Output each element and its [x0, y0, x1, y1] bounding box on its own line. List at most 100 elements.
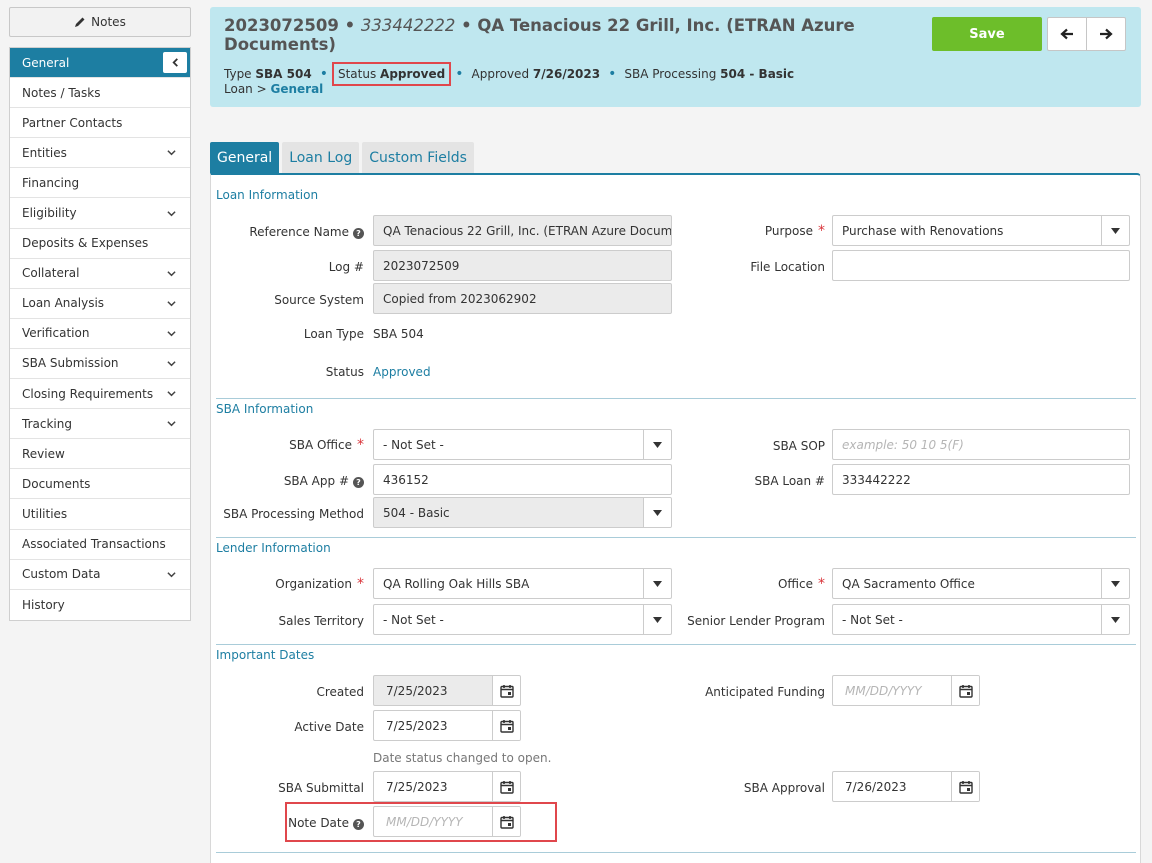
section-divider: [216, 398, 1136, 399]
dropdown-arrow-icon: [1101, 216, 1129, 245]
collapse-sidebar-button[interactable]: [163, 52, 187, 74]
created-date-input[interactable]: 7/25/2023: [373, 675, 521, 706]
note-date-input[interactable]: MM/DD/YYYY: [373, 806, 521, 837]
sidebar-item-closing-requirements[interactable]: Closing Requirements: [10, 379, 190, 410]
reference-name-field[interactable]: QA Tenacious 22 Grill, Inc. (ETRAN Azure…: [373, 215, 672, 246]
senior-lender-program-label: Senior Lender Program: [687, 614, 825, 628]
calendar-icon: [958, 780, 973, 794]
section-title-loan-information: Loan Information: [216, 188, 319, 202]
page-title: 2023072509 • 333442222 • QA Tenacious 22…: [224, 16, 864, 54]
breadcrumb-separator: >: [256, 82, 267, 96]
dropdown-arrow-icon: [643, 605, 671, 634]
chevron-down-icon: [167, 421, 176, 427]
previous-button[interactable]: [1048, 18, 1087, 50]
arrow-right-icon: [1100, 28, 1113, 40]
sidebar-item-tracking[interactable]: Tracking: [10, 409, 190, 440]
help-icon[interactable]: ?: [353, 228, 364, 239]
sidebar-item-verification[interactable]: Verification: [10, 318, 190, 349]
sidebar-item-review[interactable]: Review: [10, 439, 190, 470]
sidebar-item-label: Tracking: [22, 416, 72, 431]
anticipated-funding-input[interactable]: MM/DD/YYYY: [832, 675, 980, 706]
select-value: - Not Set -: [383, 437, 444, 452]
tab-general[interactable]: General: [210, 142, 280, 173]
sidebar-item-loan-analysis[interactable]: Loan Analysis: [10, 288, 190, 319]
chevron-down-icon: [167, 150, 176, 156]
sba-submittal-input[interactable]: 7/25/2023: [373, 771, 521, 802]
source-system-field[interactable]: Copied from 2023062902: [373, 283, 672, 314]
sidebar-item-partner-contacts[interactable]: Partner Contacts: [10, 108, 190, 139]
select-value: QA Sacramento Office: [842, 576, 975, 591]
sidebar-item-documents[interactable]: Documents: [10, 469, 190, 500]
sales-territory-select[interactable]: - Not Set -: [373, 604, 672, 635]
log-field[interactable]: 2023072509: [373, 250, 672, 281]
sidebar-item-sba-submission[interactable]: SBA Submission: [10, 348, 190, 380]
calendar-button[interactable]: [492, 711, 520, 740]
office-select[interactable]: QA Sacramento Office: [832, 568, 1130, 599]
label-text: Organization: [275, 577, 352, 591]
approved-label: Approved: [471, 67, 530, 81]
tab-custom-fields[interactable]: Custom Fields: [362, 142, 474, 173]
sidebar-item-general[interactable]: General: [10, 48, 190, 79]
calendar-button[interactable]: [492, 676, 520, 705]
purpose-label: Purpose *: [765, 223, 825, 239]
calendar-button[interactable]: [492, 772, 520, 801]
calendar-icon: [499, 684, 514, 698]
label-text: Office: [777, 577, 813, 591]
sidebar-item-deposits-expenses[interactable]: Deposits & Expenses: [10, 228, 190, 259]
sba-approval-input[interactable]: 7/26/2023: [832, 771, 980, 802]
header-sba-number: 333442222: [360, 16, 456, 35]
sidebar-item-label: Partner Contacts: [22, 115, 123, 130]
tab-loan-log[interactable]: Loan Log: [282, 142, 360, 173]
sba-loan-label: SBA Loan #: [754, 474, 825, 488]
help-icon[interactable]: ?: [353, 477, 364, 488]
sidebar-item-entities[interactable]: Entities: [10, 138, 190, 169]
sba-office-select[interactable]: - Not Set -: [373, 429, 672, 460]
sidebar-item-eligibility[interactable]: Eligibility: [10, 198, 190, 229]
sidebar-item-label: Entities: [22, 145, 67, 160]
breadcrumb-root[interactable]: Loan: [224, 82, 253, 96]
file-location-input[interactable]: [832, 250, 1130, 281]
chevron-down-icon: [167, 571, 176, 577]
save-button[interactable]: Save: [932, 17, 1042, 51]
sidebar-item-financing[interactable]: Financing: [10, 168, 190, 199]
type-value: SBA 504: [255, 67, 312, 81]
chevron-down-icon: [167, 331, 176, 337]
calendar-button[interactable]: [492, 807, 520, 836]
select-value: Purchase with Renovations: [842, 223, 1004, 238]
sidebar-item-label: History: [22, 597, 65, 612]
organization-select[interactable]: QA Rolling Oak Hills SBA: [373, 568, 672, 599]
purpose-select[interactable]: Purchase with Renovations: [832, 215, 1130, 246]
section-divider: [216, 644, 1136, 645]
dropdown-arrow-icon: [1101, 605, 1129, 634]
breadcrumb-current[interactable]: General: [271, 82, 324, 96]
sba-sop-input[interactable]: example: 50 10 5(F): [832, 429, 1130, 460]
sidebar-item-label: General: [22, 55, 70, 70]
sidebar-item-label: Utilities: [22, 506, 68, 521]
notes-button[interactable]: Notes: [9, 7, 191, 37]
sidebar-item-custom-data[interactable]: Custom Data: [10, 559, 190, 590]
calendar-button[interactable]: [951, 772, 979, 801]
sidebar-item-notes-tasks[interactable]: Notes / Tasks: [10, 78, 190, 109]
sidebar-item-history[interactable]: History: [10, 589, 190, 620]
help-icon[interactable]: ?: [353, 819, 364, 830]
active-date-input[interactable]: 7/25/2023: [373, 710, 521, 741]
bullet: •: [608, 66, 617, 82]
sidebar-item-label: SBA Submission: [22, 356, 119, 371]
sidebar-item-collateral[interactable]: Collateral: [10, 258, 190, 289]
sidebar-item-label: Documents: [22, 476, 91, 491]
title-separator: •: [344, 16, 356, 35]
next-button[interactable]: [1087, 18, 1125, 50]
sba-loan-input[interactable]: 333442222: [832, 464, 1130, 495]
sba-processing-method-select[interactable]: 504 - Basic: [373, 497, 672, 528]
sidebar-item-label: Closing Requirements: [22, 386, 154, 401]
calendar-icon: [499, 780, 514, 794]
sidebar-item-utilities[interactable]: Utilities: [10, 499, 190, 530]
section-title-sba-information: SBA Information: [216, 402, 314, 416]
reference-name-label: Reference Name?: [249, 225, 364, 239]
calendar-button[interactable]: [951, 676, 979, 705]
senior-lender-program-select[interactable]: - Not Set -: [832, 604, 1130, 635]
bullet: •: [319, 66, 328, 82]
sidebar-item-associated-transactions[interactable]: Associated Transactions: [10, 529, 190, 560]
chevron-down-icon: [167, 391, 176, 397]
sba-app-input[interactable]: 436152: [373, 464, 672, 495]
